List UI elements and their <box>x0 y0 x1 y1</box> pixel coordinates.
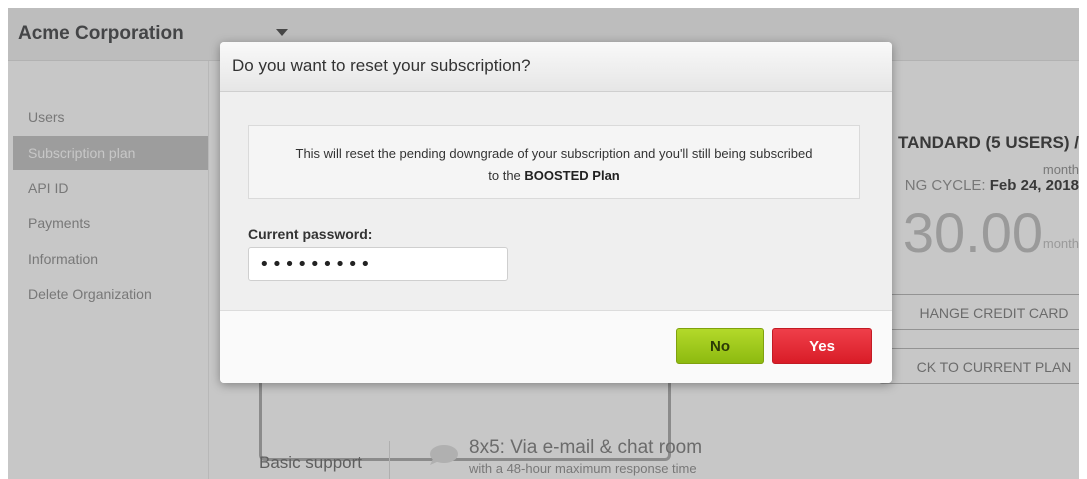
notice-line-1: This will reset the pending downgrade of… <box>295 146 813 161</box>
yes-button[interactable]: Yes <box>772 328 872 364</box>
dialog-title: Do you want to reset your subscription? <box>232 56 531 75</box>
dialog-body: This will reset the pending downgrade of… <box>220 92 892 310</box>
password-label: Current password: <box>248 226 373 242</box>
dialog-header: Do you want to reset your subscription? <box>220 42 892 92</box>
no-button[interactable]: No <box>676 328 764 364</box>
dialog-footer: No Yes <box>220 310 892 383</box>
notice-plan-name: BOOSTED Plan <box>524 168 620 183</box>
reset-notice: This will reset the pending downgrade of… <box>248 125 860 199</box>
notice-line-2-prefix: to the <box>488 168 525 183</box>
current-password-input[interactable] <box>248 247 508 281</box>
reset-subscription-dialog: Do you want to reset your subscription? … <box>220 42 892 383</box>
